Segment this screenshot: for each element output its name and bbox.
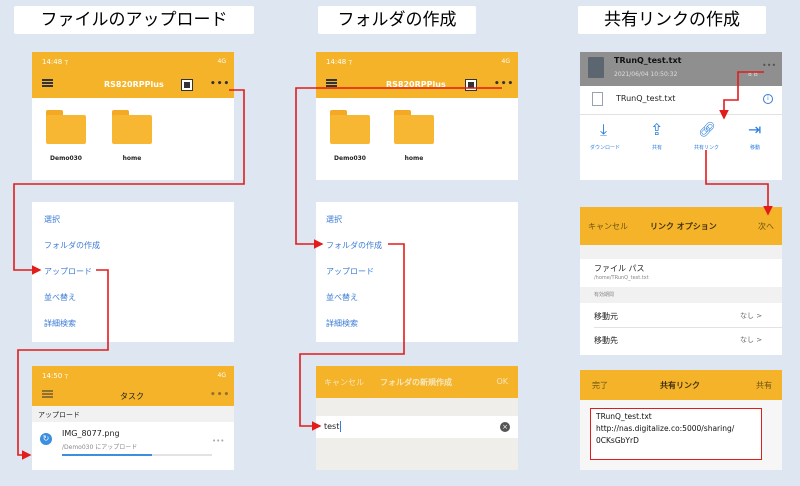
- arrow-more-to-share-link: [719, 71, 764, 120]
- arrow-more-to-upload: [13, 89, 245, 275]
- annotation-arrows: [13, 71, 773, 460]
- arrow-more-to-create-folder: [295, 87, 502, 249]
- arrow-create-folder-to-input: [299, 243, 405, 431]
- arrow-share-link-to-next: [705, 150, 773, 216]
- arrow-upload-to-task: [17, 269, 109, 460]
